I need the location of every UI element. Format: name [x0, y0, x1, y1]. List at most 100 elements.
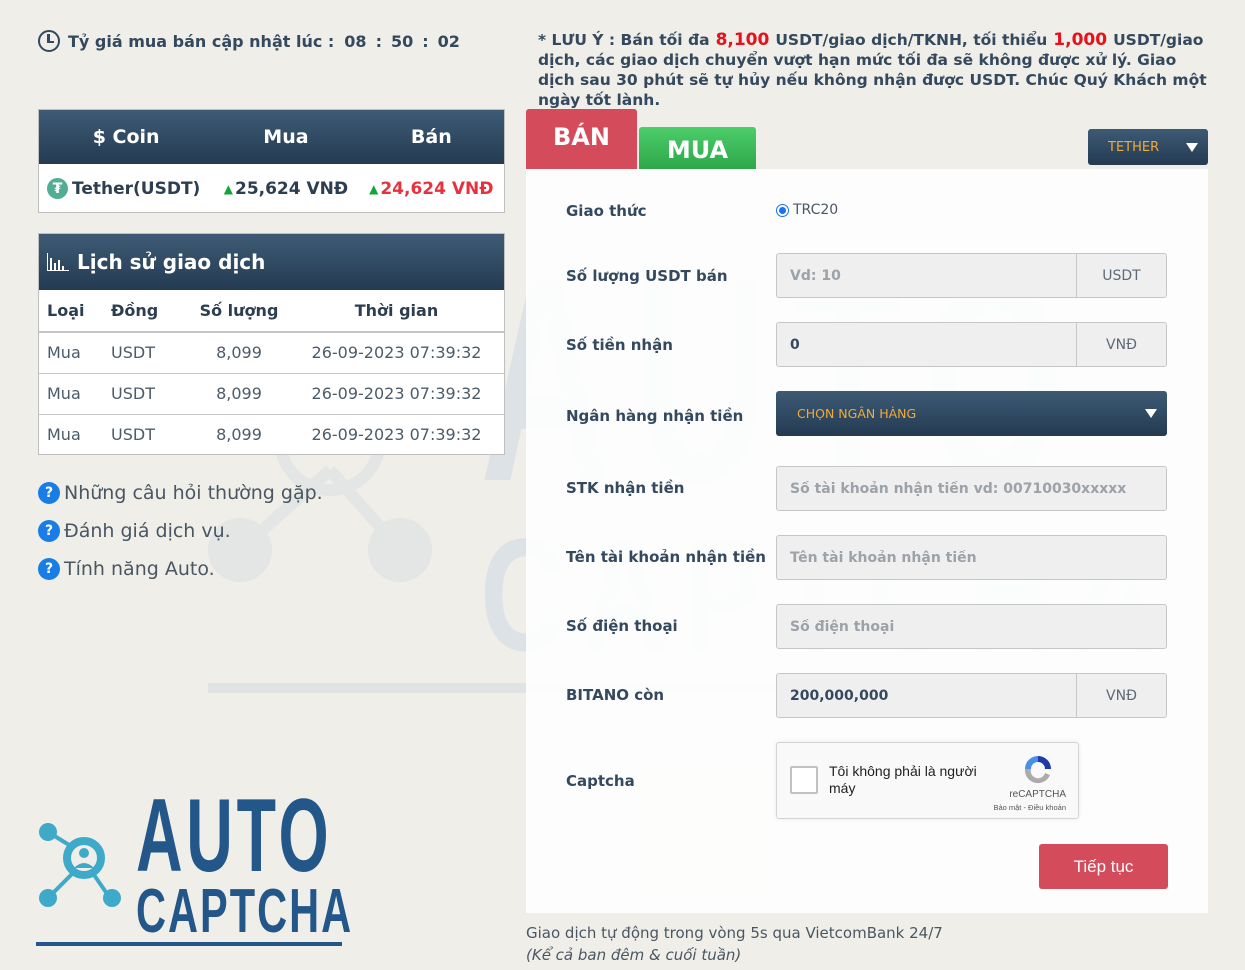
- time-minutes: 50: [390, 31, 414, 51]
- account-number-field: [776, 466, 1167, 511]
- table-row: Mua USDT 8,099 26-09-2023 07:39:32: [39, 373, 504, 415]
- coin-cell: ₮ Tether(USDT): [39, 178, 213, 199]
- question-icon: ?: [38, 520, 60, 542]
- history-title: Lịch sử giao dịch: [77, 250, 266, 274]
- recaptcha-terms-link[interactable]: Bảo mật - Điều khoản: [993, 803, 1066, 812]
- network-user-icon: [39, 823, 121, 907]
- receive-unit: VNĐ: [1076, 323, 1166, 366]
- receive-amount-input[interactable]: [777, 323, 1076, 366]
- rate-table-header: $ Coin Mua Bán: [39, 110, 504, 164]
- bank-select[interactable]: CHỌN NGÂN HÀNG: [776, 391, 1167, 436]
- arrow-up-icon: ▲: [369, 181, 379, 196]
- cell-type: Mua: [47, 425, 81, 445]
- faq-link-label: Tính năng Auto.: [64, 558, 215, 580]
- balance-input: [777, 674, 1076, 717]
- history-header: Lịch sử giao dịch: [39, 234, 504, 290]
- account-number-label: STK nhận tiền: [566, 479, 685, 497]
- bank-label: Ngân hàng nhận tiền: [566, 407, 744, 425]
- caret-down-icon: [1186, 143, 1198, 152]
- table-row: Mua USDT 8,099 26-09-2023 07:39:32: [39, 332, 504, 374]
- account-number-input[interactable]: [777, 467, 1166, 510]
- amount-unit: USDT: [1076, 254, 1166, 297]
- cell-amount: 8,099: [216, 425, 262, 445]
- cell-currency: USDT: [111, 425, 155, 445]
- tether-icon: ₮: [47, 178, 68, 199]
- account-name-field: [776, 535, 1167, 580]
- rate-table: $ Coin Mua Bán ₮ Tether(USDT) ▲ 25,624 V…: [38, 109, 505, 213]
- phone-label: Số điện thoại: [566, 617, 678, 635]
- column-header-currency: Đồng: [111, 290, 189, 333]
- amount-input[interactable]: [777, 254, 1076, 297]
- buy-price-value: 25,624 VNĐ: [234, 178, 349, 199]
- footer-line-1: Giao dịch tự động trong vòng 5s qua Viet…: [526, 924, 943, 942]
- column-header-type: Loại: [39, 290, 111, 333]
- faq-links: ? Những câu hỏi thường gặp. ? Đánh giá d…: [38, 474, 323, 588]
- time-separator: :: [375, 31, 382, 51]
- cell-currency: USDT: [111, 373, 189, 415]
- cell-currency: USDT: [111, 332, 189, 374]
- account-name-label: Tên tài khoản nhận tiền: [566, 548, 766, 566]
- logo-text-auto: AUTO: [136, 778, 333, 894]
- caret-down-icon: [1145, 409, 1157, 418]
- continue-button[interactable]: Tiếp tục: [1039, 844, 1168, 889]
- history-header-row: Loại Đồng Số lượng Thời gian: [39, 290, 504, 333]
- account-name-input[interactable]: [777, 536, 1166, 579]
- question-icon: ?: [38, 482, 60, 504]
- phone-input[interactable]: [777, 605, 1166, 648]
- protocol-radio-trc20[interactable]: TRC20: [776, 202, 838, 218]
- receive-field: VNĐ: [776, 322, 1167, 367]
- balance-unit: VNĐ: [1076, 674, 1166, 717]
- sell-price: ▲ 24,624 VNĐ: [359, 179, 504, 199]
- update-label: Tỷ giá mua bán cập nhật lúc :: [68, 31, 335, 51]
- column-header-amount: Số lượng: [189, 290, 289, 333]
- cell-time: 26-09-2023 07:39:32: [311, 425, 482, 445]
- cell-type: Mua: [39, 373, 111, 415]
- phone-field: [776, 604, 1167, 649]
- logo-text-captcha: CAPTCHA: [136, 877, 354, 946]
- protocol-label: Giao thức: [566, 202, 647, 220]
- recaptcha-logo-icon: [1024, 756, 1051, 784]
- autocaptcha-logo: AUTO CAPTCHA: [36, 784, 351, 950]
- column-header-sell: Bán: [410, 126, 452, 148]
- faq-link-auto-feature[interactable]: ? Tính năng Auto.: [38, 550, 323, 588]
- faq-link-common-questions[interactable]: ? Những câu hỏi thường gặp.: [38, 474, 323, 512]
- time-hours: 08: [344, 31, 367, 51]
- amount-field: USDT: [776, 253, 1167, 298]
- column-header-coin: $ Coin: [92, 126, 160, 148]
- footer-line-2: (Kể cả ban đêm & cuối tuần): [526, 946, 742, 964]
- bar-chart-icon: [47, 253, 69, 271]
- recaptcha-brand: reCAPTCHA: [1009, 789, 1066, 800]
- captcha-label: Captcha: [566, 772, 635, 790]
- tab-buy[interactable]: MUA: [639, 127, 756, 169]
- cell-time: 26-09-2023 07:39:32: [289, 332, 504, 374]
- question-icon: ?: [38, 558, 60, 580]
- arrow-up-icon: ▲: [223, 181, 233, 196]
- tab-sell[interactable]: BÁN: [526, 109, 637, 169]
- cell-type: Mua: [39, 332, 111, 374]
- cell-amount: 8,099: [189, 373, 289, 415]
- balance-field: VNĐ: [776, 673, 1167, 718]
- notice-middle: USDT/giao dịch/TKNH, tối thiểu: [775, 31, 1048, 49]
- recaptcha-widget: Tôi không phải là người máy reCAPTCHA Bả…: [776, 742, 1079, 819]
- coin-name: Tether(USDT): [72, 178, 201, 199]
- notice-text: * LƯU Ý : Bán tối đa 8,100 USDT/giao dịch/…: [538, 30, 1208, 110]
- footer-note: Giao dịch tự động trong vòng 5s qua Viet…: [526, 922, 943, 966]
- faq-link-service-review[interactable]: ? Đánh giá dịch vụ.: [38, 512, 323, 550]
- cell-time: 26-09-2023 07:39:32: [289, 373, 504, 415]
- clock-icon: [38, 30, 60, 52]
- transaction-history: Lịch sử giao dịch Loại Đồng Số lượng Thờ…: [38, 233, 505, 455]
- coin-select[interactable]: TETHER: [1088, 129, 1208, 165]
- time-seconds: 02: [437, 31, 460, 51]
- rate-update-time: Tỷ giá mua bán cập nhật lúc : 08 : 50 : …: [38, 30, 460, 52]
- cell-amount: 8,099: [189, 332, 289, 374]
- time-separator: :: [422, 31, 429, 51]
- bank-select-value: CHỌN NGÂN HÀNG: [797, 406, 917, 421]
- sell-form: Giao thức TRC20 Số lượng USDT bán USDT S…: [526, 169, 1208, 913]
- balance-label: BITANO còn: [566, 686, 665, 704]
- notice-prefix: * LƯU Ý : Bán tối đa: [538, 31, 710, 49]
- column-header-time: Thời gian: [289, 290, 504, 333]
- history-table: Loại Đồng Số lượng Thời gian Mua USDT 8,…: [39, 290, 504, 455]
- recaptcha-checkbox[interactable]: [790, 766, 818, 794]
- table-row: Mua USDT 8,099 26-09-2023 07:39:32: [39, 414, 504, 455]
- receive-label: Số tiền nhận: [566, 336, 673, 354]
